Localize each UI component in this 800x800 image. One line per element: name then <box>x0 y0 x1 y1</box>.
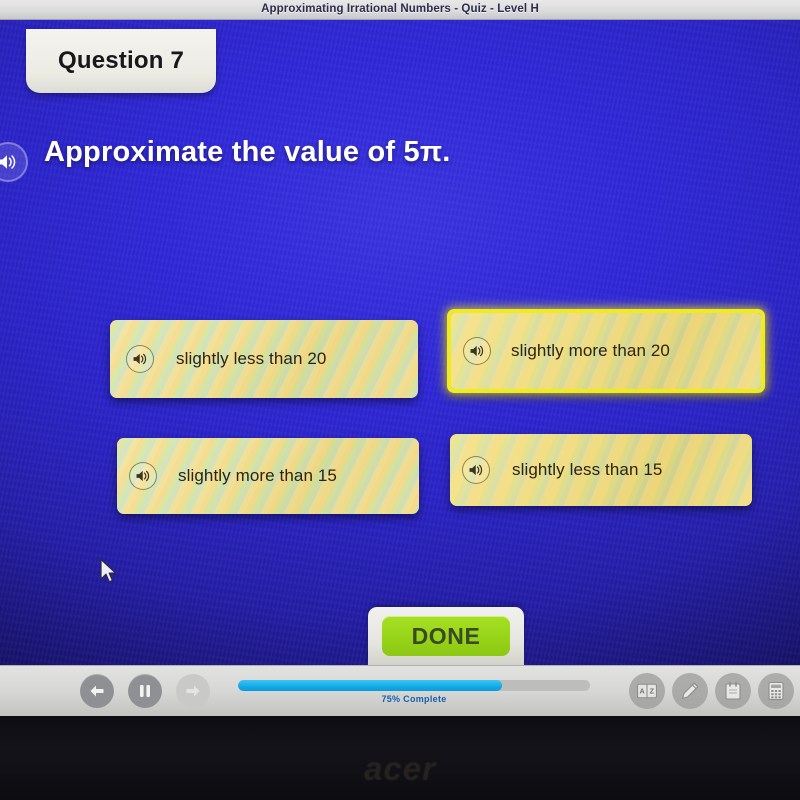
answer-option-b[interactable]: slightly more than 20 <box>447 309 765 393</box>
dictionary-letter-right: Z <box>650 686 655 695</box>
progress-label: 75% Complete <box>381 694 447 704</box>
answer-speaker-icon-c[interactable] <box>129 462 157 490</box>
done-button-plate: DONE <box>368 607 524 665</box>
forward-button[interactable] <box>176 674 210 708</box>
progress-indicator: 75% Complete <box>238 680 590 704</box>
back-button[interactable] <box>80 674 114 708</box>
calculator-tool-button[interactable] <box>758 673 794 709</box>
answer-label-b: slightly more than 20 <box>511 341 670 360</box>
screen-photo: Approximating Irrational Numbers - Quiz … <box>0 0 800 800</box>
dictionary-tool-button[interactable]: A Z <box>629 673 665 709</box>
tool-buttons-group: A Z <box>629 673 794 709</box>
answer-label-a: slightly less than 20 <box>176 349 327 368</box>
browser-chrome-bar: Approximating Irrational Numbers - Quiz … <box>0 0 800 20</box>
done-button[interactable]: DONE <box>382 616 510 656</box>
answer-speaker-icon-b[interactable] <box>463 337 491 365</box>
bottom-toolbar: 75% Complete A Z <box>0 665 800 716</box>
done-button-label: DONE <box>411 622 481 649</box>
highlighter-tool-button[interactable] <box>672 673 708 709</box>
answer-speaker-icon-a[interactable] <box>126 345 154 373</box>
mouse-cursor <box>99 558 119 590</box>
answer-option-c[interactable]: slightly more than 15 <box>117 438 419 514</box>
answer-label-d: slightly less than 15 <box>512 460 663 479</box>
monitor-bezel: acer <box>0 716 800 800</box>
answer-label-c: slightly more than 15 <box>178 466 337 485</box>
quiz-stage: Question 7 Approximate the value of 5π. <box>0 20 800 672</box>
acer-logo: acer <box>364 750 436 787</box>
answer-option-a[interactable]: slightly less than 20 <box>110 320 418 398</box>
page-title: Approximating Irrational Numbers - Quiz … <box>261 3 539 15</box>
progress-fill <box>238 680 502 691</box>
notepad-tool-button[interactable] <box>715 673 751 709</box>
pause-button[interactable] <box>128 674 162 708</box>
answer-speaker-icon-d[interactable] <box>462 456 490 484</box>
answer-options-grid: slightly less than 20 slightly more than… <box>0 20 800 672</box>
progress-track <box>238 680 590 691</box>
dictionary-letter-left: A <box>640 686 645 695</box>
answer-option-d[interactable]: slightly less than 15 <box>450 434 752 506</box>
